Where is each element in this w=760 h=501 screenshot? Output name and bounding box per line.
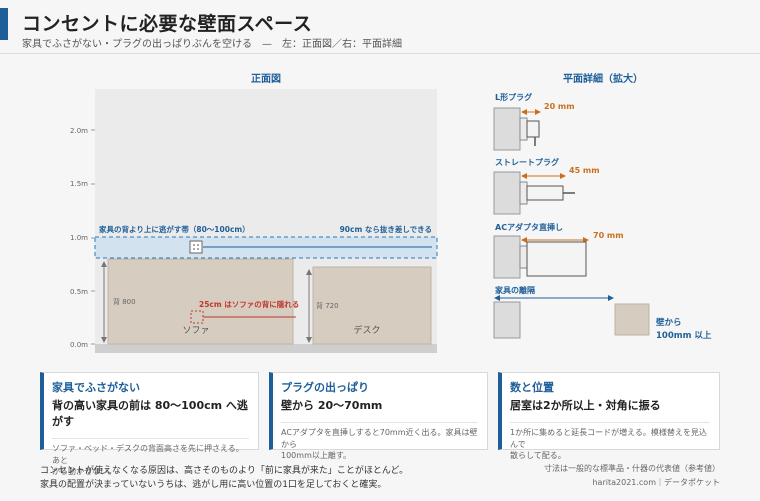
gap-wall (493, 301, 521, 339)
tick-label-1.5m: 1.5m (70, 180, 88, 188)
footer-credit-line2: harita2021.com｜データポケット (592, 478, 720, 487)
card-no-blocking: 家具でふさがない 背の高い家具の前は 80〜100cm へ逃がす ソファ・ベッド… (40, 372, 259, 476)
sofa-height-label: 背 800 (113, 297, 136, 306)
straight-plug-body (526, 185, 564, 201)
straight-plug-faceplate (519, 181, 528, 205)
card-title: 数と位置 (510, 381, 554, 394)
card-divider (510, 422, 710, 423)
gap-note-line2: 100mm 以上 (656, 330, 712, 341)
outlet-icon (189, 240, 203, 254)
desk-label: デスク (353, 324, 380, 336)
card-divider (52, 438, 249, 439)
detail-heading: 平面詳細（拡大） (563, 72, 643, 85)
card-body-line2: 100mm以上離す。 (281, 451, 352, 461)
l-plug-body (526, 120, 540, 138)
ac-adapter-faceplate (519, 245, 528, 269)
card-lead: 居室は2か所以上・対角に振る (510, 399, 661, 412)
desk-height-label: 背 720 (316, 301, 339, 310)
straight-plug-label: ストレートプラグ (495, 157, 559, 167)
footer-credit-line1: 寸法は一般的な標準品・什器の代表値（参考値） (544, 464, 720, 473)
l-plug-wall (493, 107, 521, 151)
card-lead: 背の高い家具の前は 80〜100cm へ逃がす (52, 399, 248, 428)
gap-label: 家具の離隔 (495, 285, 535, 295)
card-title: 家具でふさがない (52, 381, 140, 394)
card-body-line1: ACアダプタを直挿しすると70mm近く出る。家具は壁から (281, 428, 478, 449)
gap-note-line1: 壁から (656, 317, 682, 328)
tick-label-0.5m: 0.5m (70, 288, 88, 296)
height-axis: 2.0m 1.5m 1.0m 0.5m 0.0m (70, 127, 95, 349)
hidden-outlet-label: 25cm はソファの背に隠れる (199, 299, 299, 309)
card-plug-protrusion: プラグの出っぱり 壁から 20〜70mm ACアダプタを直挿しすると70mm近く… (269, 372, 488, 460)
sofa-label: ソファ (182, 326, 209, 336)
card-count-position: 数と位置 居室は2か所以上・対角に振る 1か所に集めると延長コードが増える。模様… (498, 372, 720, 460)
card-lead: 壁から 20〜70mm (281, 399, 383, 412)
floor-slab (95, 344, 437, 353)
footer-note-line2: 家具の配置が決まっていないうちは、逃がし用に高い位置の1口を足しておくと確実。 (40, 480, 387, 490)
card-body-line1: 1か所に集めると延長コードが増える。模様替えを見込んで (510, 428, 707, 449)
card-title: プラグの出っぱり (281, 381, 369, 394)
band-label: 家具の背より上に逃がす帯（80〜100cm） (99, 224, 250, 234)
gap-furniture (614, 303, 650, 336)
tick-label-1m: 1.0m (70, 234, 88, 242)
footer-note-line1: コンセントが使えなくなる原因は、高さそのものより「前に家具が来た」ことがほとんど… (40, 466, 409, 476)
card-body-line2: 散らして配る。 (510, 451, 566, 461)
ac-adapter-label: ACアダプタ直挿し (495, 222, 563, 232)
ac-adapter-depth: 70 mm (593, 231, 624, 240)
tick-label-0m: 0.0m (70, 341, 88, 349)
straight-plug-depth: 45 mm (569, 166, 600, 175)
l-plug-label: L形プラグ (495, 92, 532, 102)
front-heading: 正面図 (251, 73, 281, 85)
ac-adapter-body (526, 241, 587, 277)
l-plug-faceplate (519, 117, 528, 141)
card-divider (281, 422, 478, 423)
tick-label-2m: 2.0m (70, 127, 88, 135)
l-plug-depth: 20 mm (544, 102, 575, 111)
band-note: 90cm なら抜き差しできる (340, 224, 432, 234)
ac-adapter-wall (493, 235, 521, 279)
straight-plug-wall (493, 171, 521, 215)
